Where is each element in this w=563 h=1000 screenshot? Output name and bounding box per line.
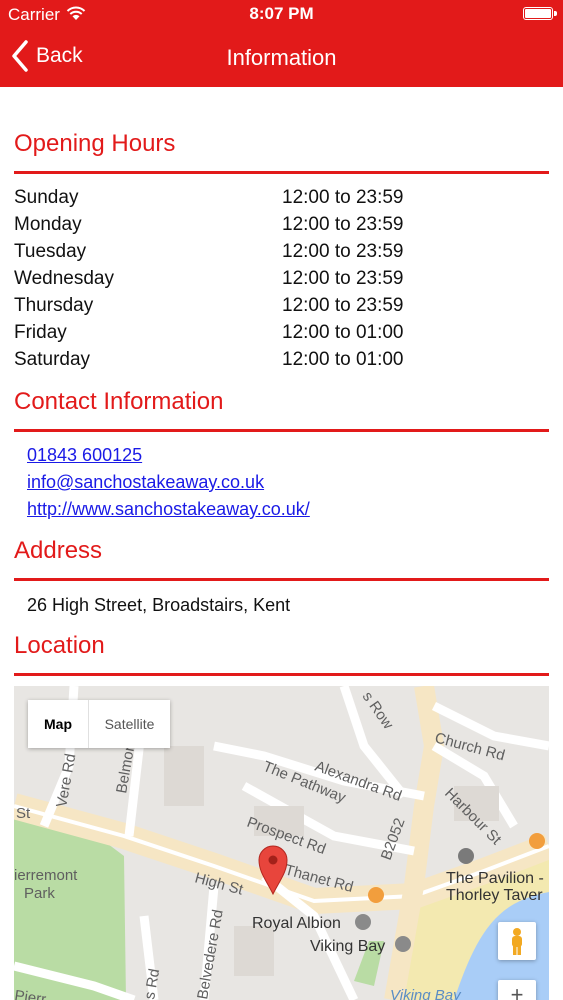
satellite-button[interactable]: Satellite: [88, 700, 170, 748]
website-link[interactable]: http://www.sanchostakeaway.co.uk/: [27, 499, 310, 520]
street-view-button[interactable]: [498, 922, 536, 960]
day-friday: Friday: [14, 322, 67, 343]
map-label-viking-bay-water: Viking Bay: [390, 987, 462, 1000]
hours-sunday: 12:00 to 23:59: [282, 187, 404, 208]
email-link[interactable]: info@sanchostakeaway.co.uk: [27, 472, 264, 493]
day-thursday: Thursday: [14, 295, 94, 316]
divider: [14, 429, 549, 432]
day-wednesday: Wednesday: [14, 268, 114, 289]
navigation-bar: Back Information: [0, 28, 563, 87]
hours-saturday: 12:00 to 01:00: [282, 349, 404, 370]
landmark-icon: [458, 848, 474, 864]
restaurant-icon: [529, 833, 545, 849]
opening-hours-heading: Opening Hours: [14, 130, 176, 157]
divider: [14, 578, 549, 581]
map-label-thorley-tavern: Thorley Taver: [446, 887, 543, 904]
camera-icon: [395, 936, 411, 952]
map-label-park: Park: [24, 885, 55, 902]
status-time: 8:07 PM: [249, 4, 314, 23]
hours-thursday: 12:00 to 23:59: [282, 295, 404, 316]
address-heading: Address: [14, 537, 103, 564]
hours-friday: 12:00 to 01:00: [282, 322, 404, 343]
map-label-st: St: [16, 805, 31, 822]
page-title: Information: [226, 45, 337, 70]
contact-heading: Contact Information: [14, 388, 224, 415]
hours-monday: 12:00 to 23:59: [282, 214, 404, 235]
map-type-control: Map Satellite: [28, 700, 170, 748]
day-tuesday: Tuesday: [14, 241, 87, 262]
battery-icon: [523, 7, 557, 20]
day-sunday: Sunday: [14, 187, 79, 208]
divider: [14, 171, 549, 174]
map-label-royal-albion: Royal Albion: [252, 915, 341, 932]
address-text: 26 High Street, Broadstairs, Kent: [27, 595, 291, 615]
map-label-viking-bay: Viking Bay: [310, 938, 385, 955]
map-label-the-pavilion: The Pavilion -: [446, 870, 544, 887]
location-heading: Location: [14, 632, 105, 659]
pegman-icon: [512, 928, 522, 955]
phone-link[interactable]: 01843 600125: [27, 445, 142, 466]
divider: [14, 673, 549, 676]
zoom-in-button[interactable]: +: [498, 980, 536, 1000]
hours-wednesday: 12:00 to 23:59: [282, 268, 404, 289]
location-map[interactable]: Vere Rd Belmont s Row Church Rd The Path…: [14, 686, 549, 1000]
map-label-pierremont: ierremont: [14, 867, 78, 884]
hours-tuesday: 12:00 to 23:59: [282, 241, 404, 262]
restaurant-icon: [368, 887, 384, 903]
status-bar: Carrier 8:07 PM: [0, 0, 563, 28]
hotel-icon: [355, 914, 371, 930]
map-button[interactable]: Map: [28, 700, 88, 748]
day-saturday: Saturday: [14, 349, 91, 370]
day-monday: Monday: [14, 214, 82, 235]
